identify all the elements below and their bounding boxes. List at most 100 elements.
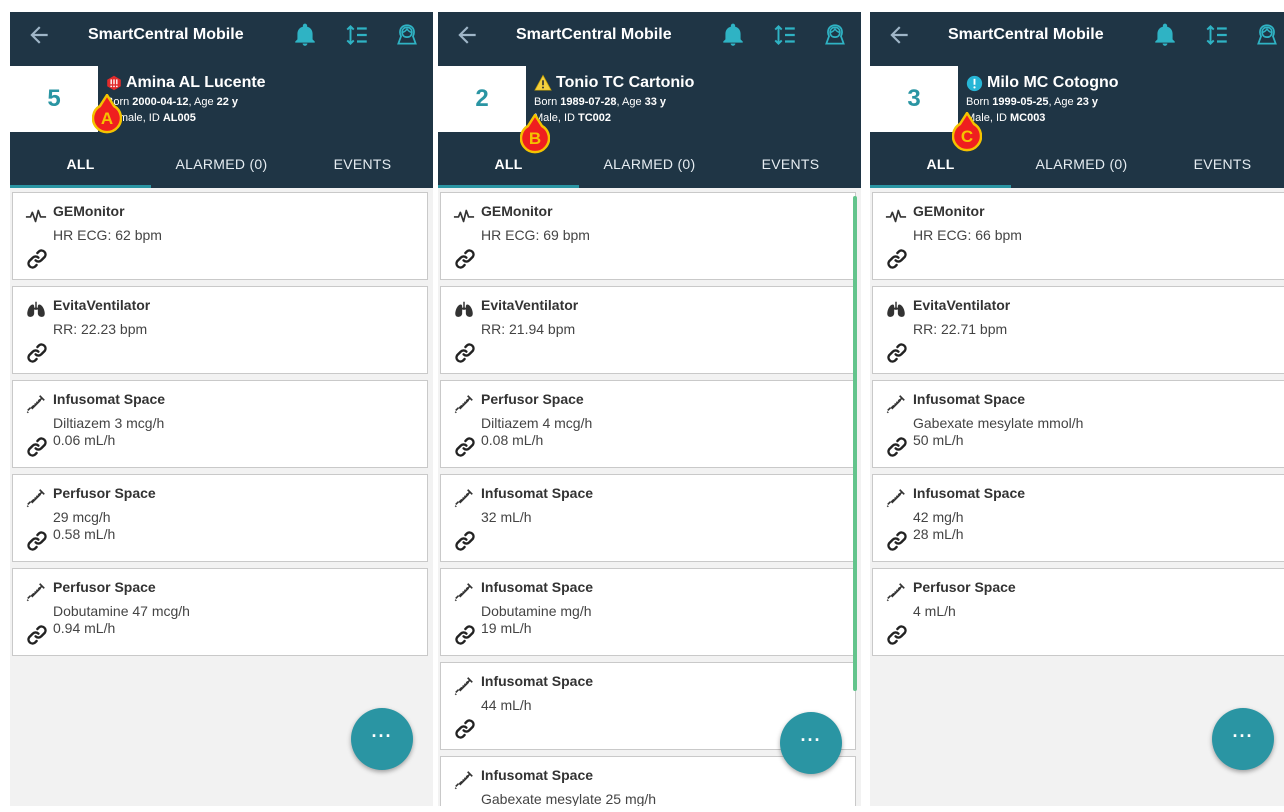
device-value: HR ECG: 69 bpm (481, 227, 590, 243)
device-value: Gabexate mesylate 25 mg/h (481, 791, 657, 806)
tab-alarmed[interactable]: ALARMED (0) (1011, 140, 1152, 188)
born-label: Born (534, 96, 558, 108)
device-name: EvitaVentilator (481, 297, 579, 313)
more-dots: ··· (1232, 725, 1254, 746)
device-name: Perfusor Space (913, 579, 1016, 595)
link-icon[interactable] (453, 341, 477, 365)
back-arrow-icon[interactable] (26, 22, 52, 48)
back-arrow-icon[interactable] (886, 22, 912, 48)
app-bar: SmartCentral Mobile (870, 12, 1284, 60)
warning-icon (534, 74, 552, 92)
tab-all[interactable]: ALL (438, 140, 579, 188)
link-icon[interactable] (453, 717, 477, 741)
link-icon[interactable] (885, 435, 909, 459)
patient-icon[interactable] (1254, 22, 1280, 48)
device-card[interactable]: GEMonitor HR ECG: 66 bpm (872, 192, 1284, 280)
device-card[interactable]: Infusomat Space 42 mg/h 28 mL/h (872, 474, 1284, 562)
sort-list-icon[interactable] (1204, 22, 1230, 48)
syringe-icon (453, 769, 475, 791)
device-value: RR: 21.94 bpm (481, 321, 576, 337)
link-icon[interactable] (885, 247, 909, 271)
device-rate: 0.06 mL/h (53, 432, 116, 448)
device-card[interactable]: Infusomat Space 32 mL/h (440, 474, 856, 562)
patient-icon[interactable] (822, 22, 848, 48)
syringe-icon (25, 581, 47, 603)
link-icon[interactable] (25, 435, 49, 459)
link-icon[interactable] (885, 529, 909, 553)
tab-events[interactable]: EVENTS (720, 140, 861, 188)
tab-bar: ALL ALARMED (0) EVENTS (870, 140, 1284, 188)
device-name: Perfusor Space (53, 579, 156, 595)
patient-name-row: Tonio TC Cartonio (534, 74, 694, 92)
syringe-icon (885, 393, 907, 415)
patient-birth-age: Born 1999-05-25, Age 23 y (966, 96, 1098, 108)
device-card[interactable]: Infusomat Space Dobutamine mg/h 19 mL/h (440, 568, 856, 656)
link-icon[interactable] (25, 529, 49, 553)
lungs-icon (453, 299, 475, 321)
bell-icon[interactable] (1152, 22, 1178, 48)
link-icon[interactable] (453, 435, 477, 459)
tab-events[interactable]: EVENTS (292, 140, 433, 188)
tab-alarmed[interactable]: ALARMED (0) (579, 140, 720, 188)
born-date: 1989-07-28 (560, 96, 617, 108)
lungs-icon (885, 299, 907, 321)
syringe-icon (885, 581, 907, 603)
app-title: SmartCentral Mobile (88, 26, 244, 43)
device-value: Dobutamine mg/h (481, 603, 592, 619)
sort-list-icon[interactable] (772, 22, 798, 48)
patient-id: AL005 (162, 112, 196, 124)
tab-all[interactable]: ALL (870, 140, 1011, 188)
marker-letter: C (961, 127, 973, 146)
back-arrow-icon[interactable] (454, 22, 480, 48)
patient-header: SmartCentral Mobile 2 Tonio TC Cartonio Bor… (438, 12, 861, 188)
device-card[interactable]: EvitaVentilator RR: 22.23 bpm (12, 286, 428, 374)
more-actions-button[interactable]: ··· (351, 708, 413, 770)
device-card[interactable]: Perfusor Space Diltiazem 4 mcg/h 0.08 mL/h (440, 380, 856, 468)
tab-bar: ALL ALARMED (0) EVENTS (438, 140, 861, 188)
link-icon[interactable] (885, 341, 909, 365)
bell-icon[interactable] (720, 22, 746, 48)
born-date: 1999-05-25 (992, 96, 1049, 108)
device-card[interactable]: Infusomat Space Gabexate mesylate mmol/h 5… (872, 380, 1284, 468)
sort-list-icon[interactable] (344, 22, 370, 48)
more-actions-button[interactable]: ··· (780, 712, 842, 774)
device-name: Perfusor Space (53, 485, 156, 501)
link-icon[interactable] (25, 623, 49, 647)
device-value: Diltiazem 4 mcg/h (481, 415, 593, 431)
device-card[interactable]: Perfusor Space 4 mL/h (872, 568, 1284, 656)
device-card[interactable]: Perfusor Space 29 mcg/h 0.58 mL/h (12, 474, 428, 562)
bell-icon[interactable] (292, 22, 318, 48)
tab-events[interactable]: EVENTS (1152, 140, 1284, 188)
patient-id: TC002 (577, 112, 611, 124)
link-icon[interactable] (25, 341, 49, 365)
device-card[interactable]: Infusomat Space Diltiazem 3 mcg/h 0.06 mL/… (12, 380, 428, 468)
device-card[interactable]: GEMonitor HR ECG: 69 bpm (440, 192, 856, 280)
scrollbar[interactable] (853, 196, 857, 691)
tab-all[interactable]: ALL (10, 140, 151, 188)
link-icon[interactable] (25, 247, 49, 271)
link-icon[interactable] (453, 247, 477, 271)
link-icon[interactable] (885, 623, 909, 647)
lungs-icon (25, 299, 47, 321)
link-icon[interactable] (453, 623, 477, 647)
syringe-icon (453, 393, 475, 415)
tab-alarmed[interactable]: ALARMED (0) (151, 140, 292, 188)
device-name: Infusomat Space (481, 767, 594, 783)
info-alarm-icon (966, 75, 983, 92)
age-value: 33 y (644, 96, 667, 108)
device-name: GEMonitor (913, 203, 985, 219)
device-card[interactable]: EvitaVentilator RR: 21.94 bpm (440, 286, 856, 374)
syringe-icon (453, 581, 475, 603)
device-value: 44 mL/h (481, 697, 532, 713)
born-label: Born (966, 96, 990, 108)
more-actions-button[interactable]: ··· (1212, 708, 1274, 770)
device-value: HR ECG: 62 bpm (53, 227, 162, 243)
device-card[interactable]: EvitaVentilator RR: 22.71 bpm (872, 286, 1284, 374)
bed-number: 2 (438, 66, 526, 132)
id-label: , ID (557, 112, 575, 124)
device-card[interactable]: Perfusor Space Dobutamine 47 mcg/h 0.94 mL… (12, 568, 428, 656)
more-dots: ··· (371, 725, 393, 746)
patient-icon[interactable] (394, 22, 420, 48)
link-icon[interactable] (453, 529, 477, 553)
device-card[interactable]: GEMonitor HR ECG: 62 bpm (12, 192, 428, 280)
